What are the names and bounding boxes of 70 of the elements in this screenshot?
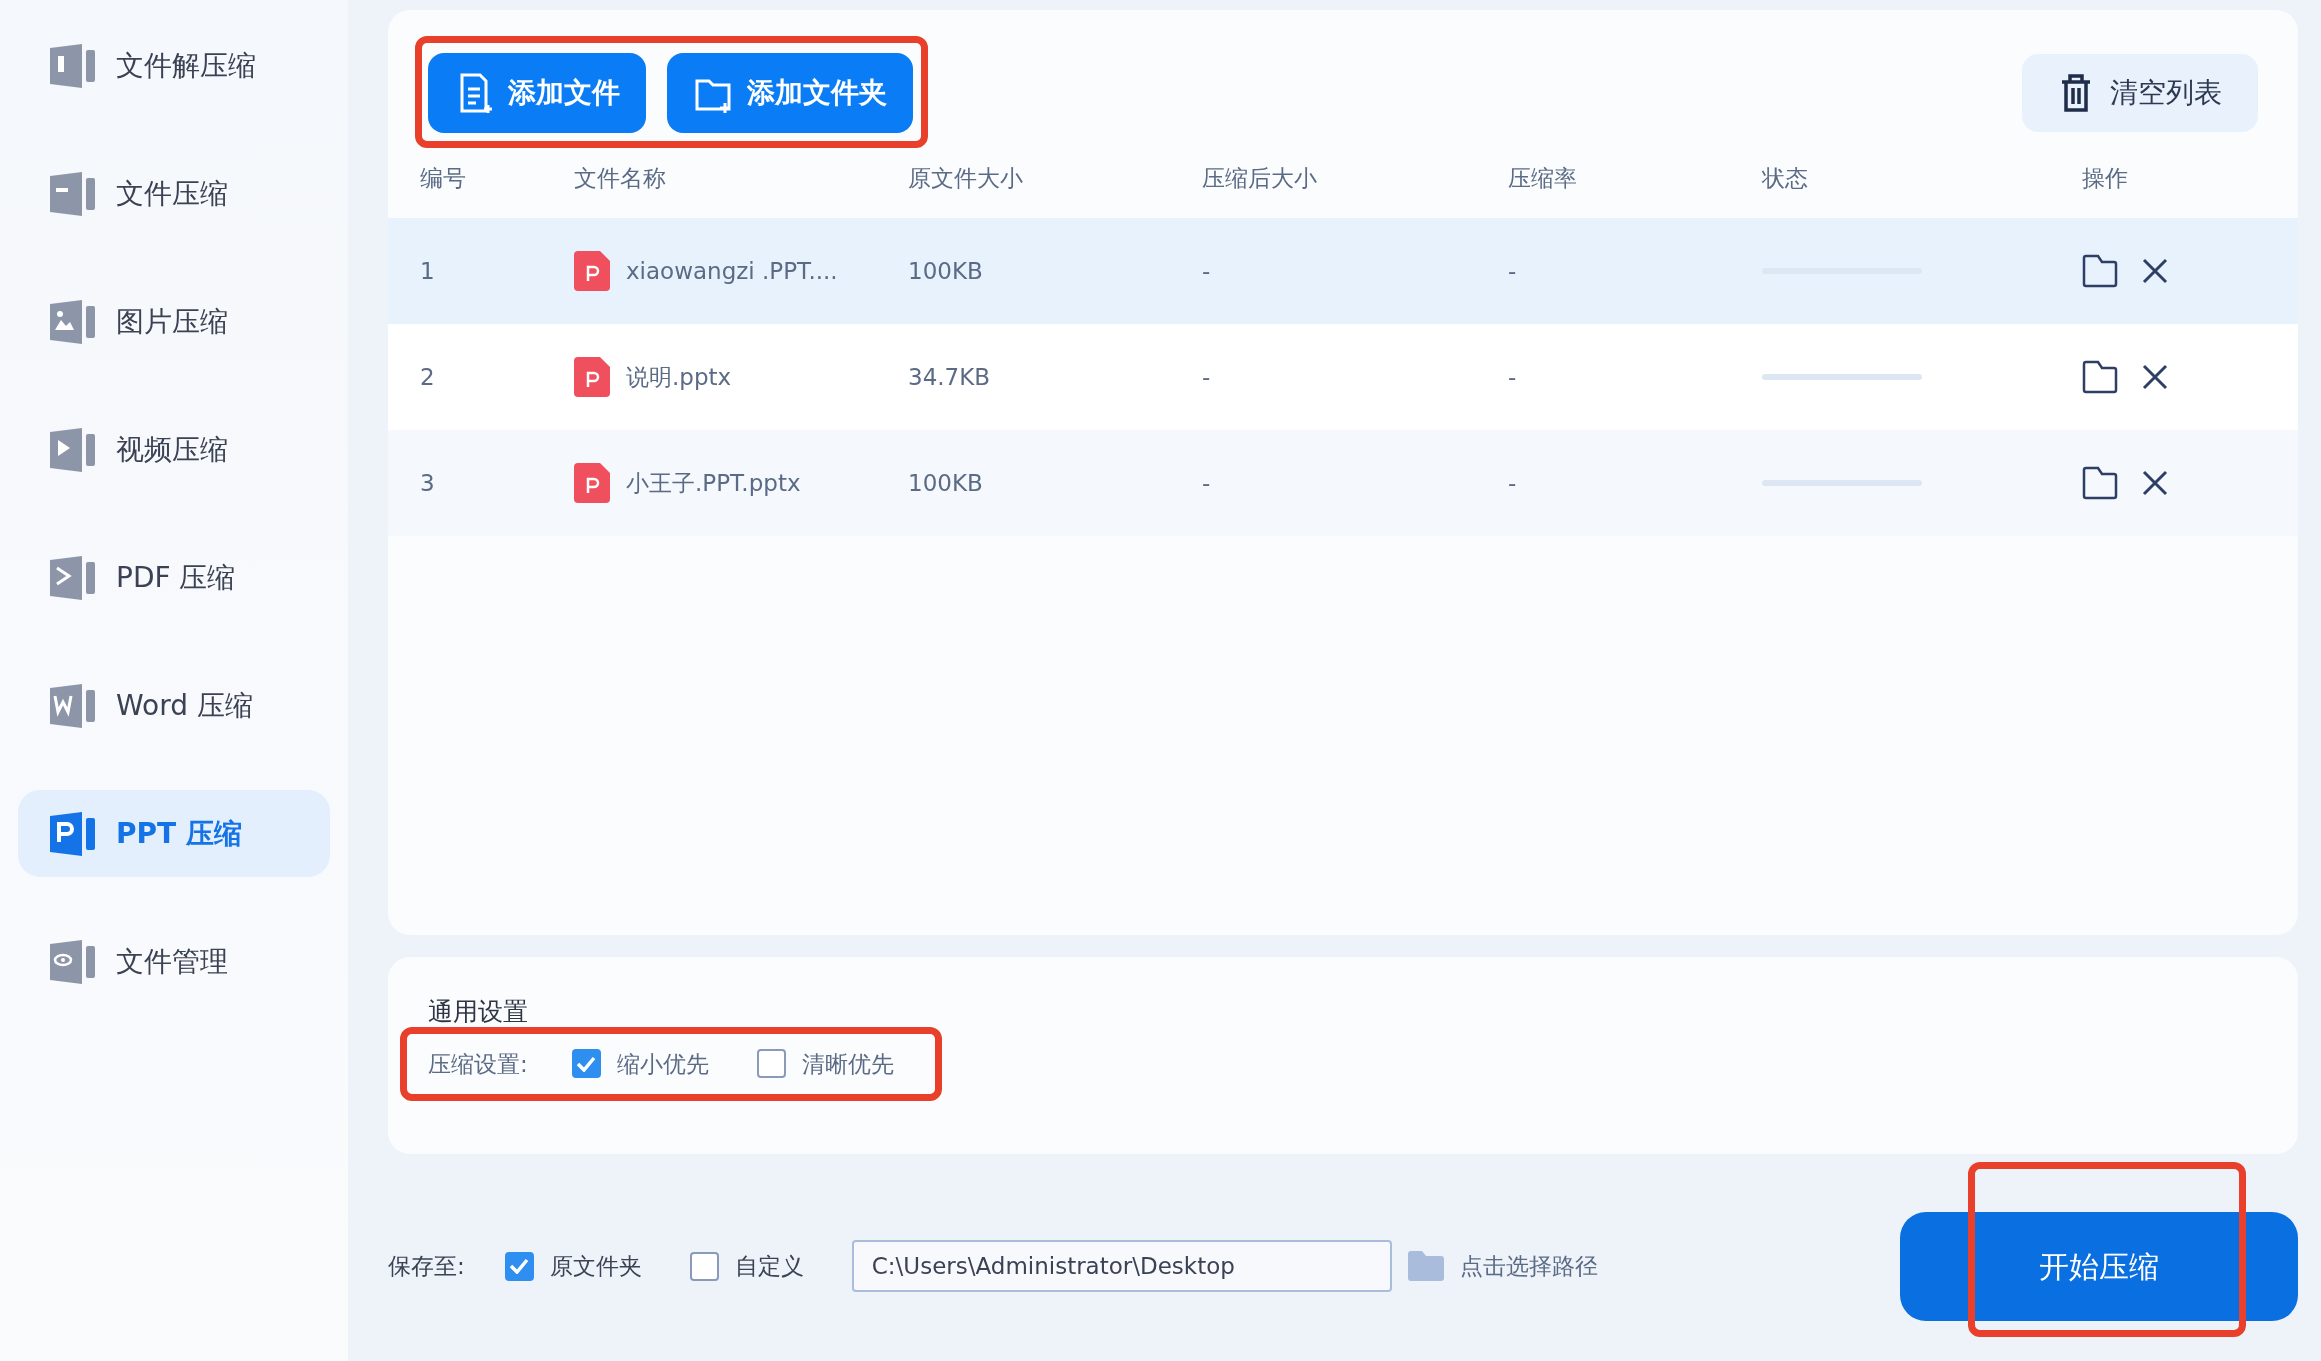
close-icon[interactable] [2142, 258, 2168, 284]
folder-icon[interactable] [2082, 360, 2118, 394]
start-compress-button[interactable]: 开始压缩 [1900, 1211, 2298, 1321]
choose-path-link[interactable]: 点击选择路径 [1407, 1248, 1598, 1284]
file-name: 小王子.PPT.pptx [626, 468, 801, 498]
pptx-file-icon [574, 357, 610, 397]
checkbox[interactable] [504, 1251, 534, 1281]
sidebar-item[interactable]: 文件压缩 [18, 150, 330, 237]
clear-list-button[interactable]: 清空列表 [2022, 54, 2258, 132]
sidebar-item[interactable]: 视频压缩 [18, 406, 330, 493]
checkbox[interactable] [756, 1049, 786, 1079]
close-icon[interactable] [2142, 470, 2168, 496]
checkbox-option[interactable]: 原文件夹 [504, 1248, 642, 1284]
add-folder-button[interactable]: 添加文件夹 [667, 53, 913, 133]
table-cell: - [1202, 257, 1211, 284]
document-icon [48, 425, 96, 474]
table-cell: 34.7KB [908, 363, 991, 390]
checkbox[interactable] [689, 1251, 719, 1281]
check-icon [509, 1258, 530, 1274]
column-header: 文件名称 [574, 163, 667, 193]
column-header: 压缩后大小 [1202, 163, 1318, 193]
sidebar-item[interactable]: 文件管理 [18, 918, 330, 1005]
document-icon [48, 937, 96, 986]
document-icon [48, 809, 96, 858]
sidebar-item[interactable]: PPT 压缩 [18, 790, 330, 877]
sidebar-item[interactable]: Word 压缩 [18, 662, 330, 749]
table-cell: - [1202, 363, 1211, 390]
document-icon [48, 553, 96, 602]
file-name: xiaowangzi .PPT.... [626, 256, 838, 286]
sidebar-item[interactable]: PDF 压缩 [18, 534, 330, 621]
document-icon [48, 41, 96, 90]
save-label: 保存至: [388, 1251, 465, 1281]
table-cell: - [1508, 469, 1517, 496]
table-cell: 3 [420, 469, 435, 496]
column-header: 编号 [420, 163, 467, 193]
table-cell: 2 [420, 363, 435, 390]
document-icon [48, 297, 96, 346]
folder-icon [1407, 1251, 1444, 1281]
check-icon [576, 1055, 597, 1072]
table-cell: 1 [420, 257, 435, 284]
path-field[interactable]: C:\Users\Administrator\Desktop [851, 1240, 1392, 1292]
column-header: 操作 [2082, 163, 2129, 193]
table-row[interactable]: 3 小王子.PPT.pptx 100KB - - [388, 430, 2298, 536]
sidebar-item[interactable]: 图片压缩 [18, 278, 330, 365]
table-cell: - [1508, 257, 1517, 284]
table-cell: - [1202, 469, 1211, 496]
pptx-file-icon [574, 251, 610, 291]
table-row[interactable]: 2 说明.pptx 34.7KB - - [388, 324, 2298, 430]
table-cell: 100KB [908, 469, 983, 496]
file-name: 说明.pptx [626, 362, 732, 392]
column-header: 原文件大小 [908, 163, 1024, 193]
document-icon [48, 681, 96, 730]
close-icon[interactable] [2142, 364, 2168, 390]
section-title: 通用设置 [428, 996, 529, 1028]
checkbox-option[interactable]: 自定义 [689, 1248, 804, 1284]
table-cell: 100KB [908, 257, 983, 284]
folder-icon[interactable] [2082, 254, 2118, 288]
checkbox-option[interactable]: 清晰优先 [756, 1046, 894, 1081]
table-cell: - [1508, 363, 1517, 390]
setting-label: 压缩设置: [428, 1049, 528, 1079]
checkbox[interactable] [571, 1049, 601, 1079]
document-icon [48, 169, 96, 218]
table-row[interactable]: 1 xiaowangzi .PPT.... 100KB - - [388, 218, 2298, 324]
checkbox-option[interactable]: 缩小优先 [571, 1046, 709, 1081]
column-header: 状态 [1762, 163, 1809, 193]
column-header: 压缩率 [1508, 163, 1578, 193]
folder-icon[interactable] [2082, 466, 2118, 500]
pptx-file-icon [574, 463, 610, 503]
add-file-button[interactable]: 添加文件 [428, 53, 646, 133]
sidebar-item[interactable]: 文件解压缩 [18, 22, 330, 109]
